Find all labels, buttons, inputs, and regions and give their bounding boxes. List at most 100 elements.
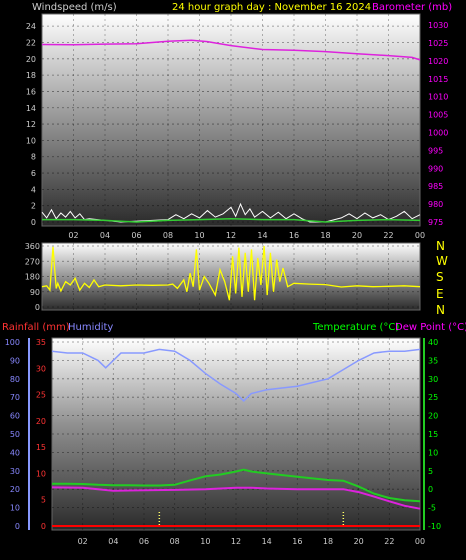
y-left-tick-label: 270: [25, 257, 40, 266]
y-temperature-tick-label: 35: [428, 356, 438, 365]
x-tick-label: 18: [323, 537, 333, 546]
y-temperature-tick-label: 0: [428, 485, 433, 494]
y-temperature-tick-label: 30: [428, 375, 438, 384]
temp-humidity-chart: 010203040506070809010005101520253035-10-…: [5, 337, 441, 546]
x-tick-label: 00: [415, 537, 425, 546]
compass-e: E: [436, 287, 444, 301]
y-left-tick-label: 2: [31, 202, 36, 211]
wind-direction-chart: 0 90 180 270 360: [25, 242, 421, 312]
y-temperature-tick-label: 10: [428, 448, 438, 457]
x-tick-label: 04: [108, 537, 118, 546]
y-rainfall-tick-label: 30: [36, 364, 46, 373]
y-humidity-tick-label: 40: [10, 448, 20, 457]
humidity-label: Humidity: [68, 322, 113, 333]
y-humidity-tick-label: 50: [10, 430, 20, 439]
y-right-tick-label: 1025: [428, 39, 448, 48]
y-temperature-tick-label: -5: [428, 504, 436, 513]
y-right-tick-label: 1015: [428, 75, 448, 84]
weather-graph-root: Windspeed (m/s) 24 hour graph day : Nove…: [0, 0, 466, 555]
y-rainfall-tick-label: 25: [36, 391, 46, 400]
x-tick-label: 10: [200, 537, 210, 546]
rainfall-label: Rainfall (mm): [2, 322, 70, 333]
x-tick-label: 18: [320, 231, 330, 240]
y-left-tick-label: 22: [26, 38, 36, 47]
y-left-tick-label: 14: [26, 104, 36, 113]
y-humidity-tick-label: 70: [10, 393, 20, 402]
y-temperature-tick-label: -10: [428, 522, 441, 531]
y-humidity-tick-label: 20: [10, 485, 20, 494]
y-rainfall-tick-label: 15: [36, 443, 46, 452]
x-tick-label: 04: [100, 231, 110, 240]
y-humidity-tick-label: 100: [5, 338, 20, 347]
y-left-tick-label: 10: [26, 136, 36, 145]
y-right-tick-label: 1005: [428, 111, 448, 120]
y-left-tick-label: 4: [31, 185, 36, 194]
x-tick-label: 02: [68, 231, 78, 240]
wind-barometer-chart: 0246810121416182022249759809859909951000…: [26, 13, 448, 240]
y-right-tick-label: 1020: [428, 57, 448, 66]
compass-w: W: [436, 254, 448, 268]
weather-graph-svg: Windspeed (m/s) 24 hour graph day : Nove…: [2, 2, 466, 546]
x-tick-label: 22: [384, 537, 394, 546]
windspeed-label: Windspeed (m/s): [32, 2, 117, 13]
x-tick-label: 16: [289, 231, 299, 240]
x-tick-label: 00: [415, 231, 425, 240]
y-rainfall-tick-label: 10: [36, 469, 46, 478]
x-tick-label: 20: [354, 537, 364, 546]
compass-s: S: [436, 270, 444, 284]
y-left-tick-label: 24: [26, 22, 36, 31]
x-tick-label: 06: [131, 231, 141, 240]
temperature-label: Temperature (°C): [312, 322, 399, 333]
y-temperature-tick-label: 5: [428, 467, 433, 476]
y-left-tick-label: 16: [26, 87, 36, 96]
y-rainfall-tick-label: 35: [36, 338, 46, 347]
compass-n-bottom: N: [436, 303, 445, 317]
y-right-tick-label: 985: [428, 182, 443, 191]
y-humidity-tick-label: 60: [10, 412, 20, 421]
y-rainfall-tick-label: 0: [41, 522, 46, 531]
compass-labels: N W S E N: [436, 239, 448, 317]
y-rainfall-tick-label: 5: [41, 496, 46, 505]
x-tick-label: 16: [292, 537, 302, 546]
x-tick-label: 20: [352, 231, 362, 240]
y-left-tick-label: 12: [26, 120, 36, 129]
y-humidity-tick-label: 0: [15, 522, 20, 531]
x-tick-label: 10: [194, 231, 204, 240]
y-left-tick-label: 18: [26, 71, 36, 80]
y-right-tick-label: 980: [428, 200, 443, 209]
y-right-tick-label: 1010: [428, 93, 448, 102]
x-tick-label: 06: [139, 537, 149, 546]
y-left-tick-label: 90: [30, 288, 40, 297]
dewpoint-label: Dew Point (°C): [395, 322, 466, 333]
y-humidity-tick-label: 10: [10, 504, 20, 513]
y-right-tick-label: 975: [428, 218, 443, 227]
x-tick-label: 14: [257, 231, 267, 240]
x-tick-label: 12: [231, 537, 241, 546]
y-left-tick-label: 360: [25, 242, 40, 251]
x-tick-label: 12: [226, 231, 236, 240]
y-left-tick-label: 20: [26, 55, 36, 64]
y-left-tick-label: 8: [31, 153, 36, 162]
y-left-tick-label: 6: [31, 169, 36, 178]
y-temperature-tick-label: 25: [428, 393, 438, 402]
y-humidity-tick-label: 30: [10, 467, 20, 476]
x-tick-label: 08: [170, 537, 180, 546]
x-tick-label: 02: [78, 537, 88, 546]
y-humidity-tick-label: 80: [10, 375, 20, 384]
graph-title: 24 hour graph day : November 16 2024: [172, 2, 371, 13]
x-tick-label: 14: [262, 537, 272, 546]
y-temperature-tick-label: 40: [428, 338, 438, 347]
y-left-tick-label: 180: [25, 273, 40, 282]
x-tick-label: 08: [163, 231, 173, 240]
y-right-tick-label: 995: [428, 146, 443, 155]
y-right-tick-label: 990: [428, 164, 443, 173]
y-right-tick-label: 1000: [428, 129, 448, 138]
x-tick-label: 22: [383, 231, 393, 240]
y-right-tick-label: 1030: [428, 21, 448, 30]
y-rainfall-tick-label: 20: [36, 417, 46, 426]
compass-n-top: N: [436, 239, 445, 253]
barometer-label: Barometer (mb): [372, 2, 452, 13]
y-left-tick-label: 0: [35, 303, 40, 312]
y-temperature-tick-label: 20: [428, 412, 438, 421]
y-temperature-tick-label: 15: [428, 430, 438, 439]
